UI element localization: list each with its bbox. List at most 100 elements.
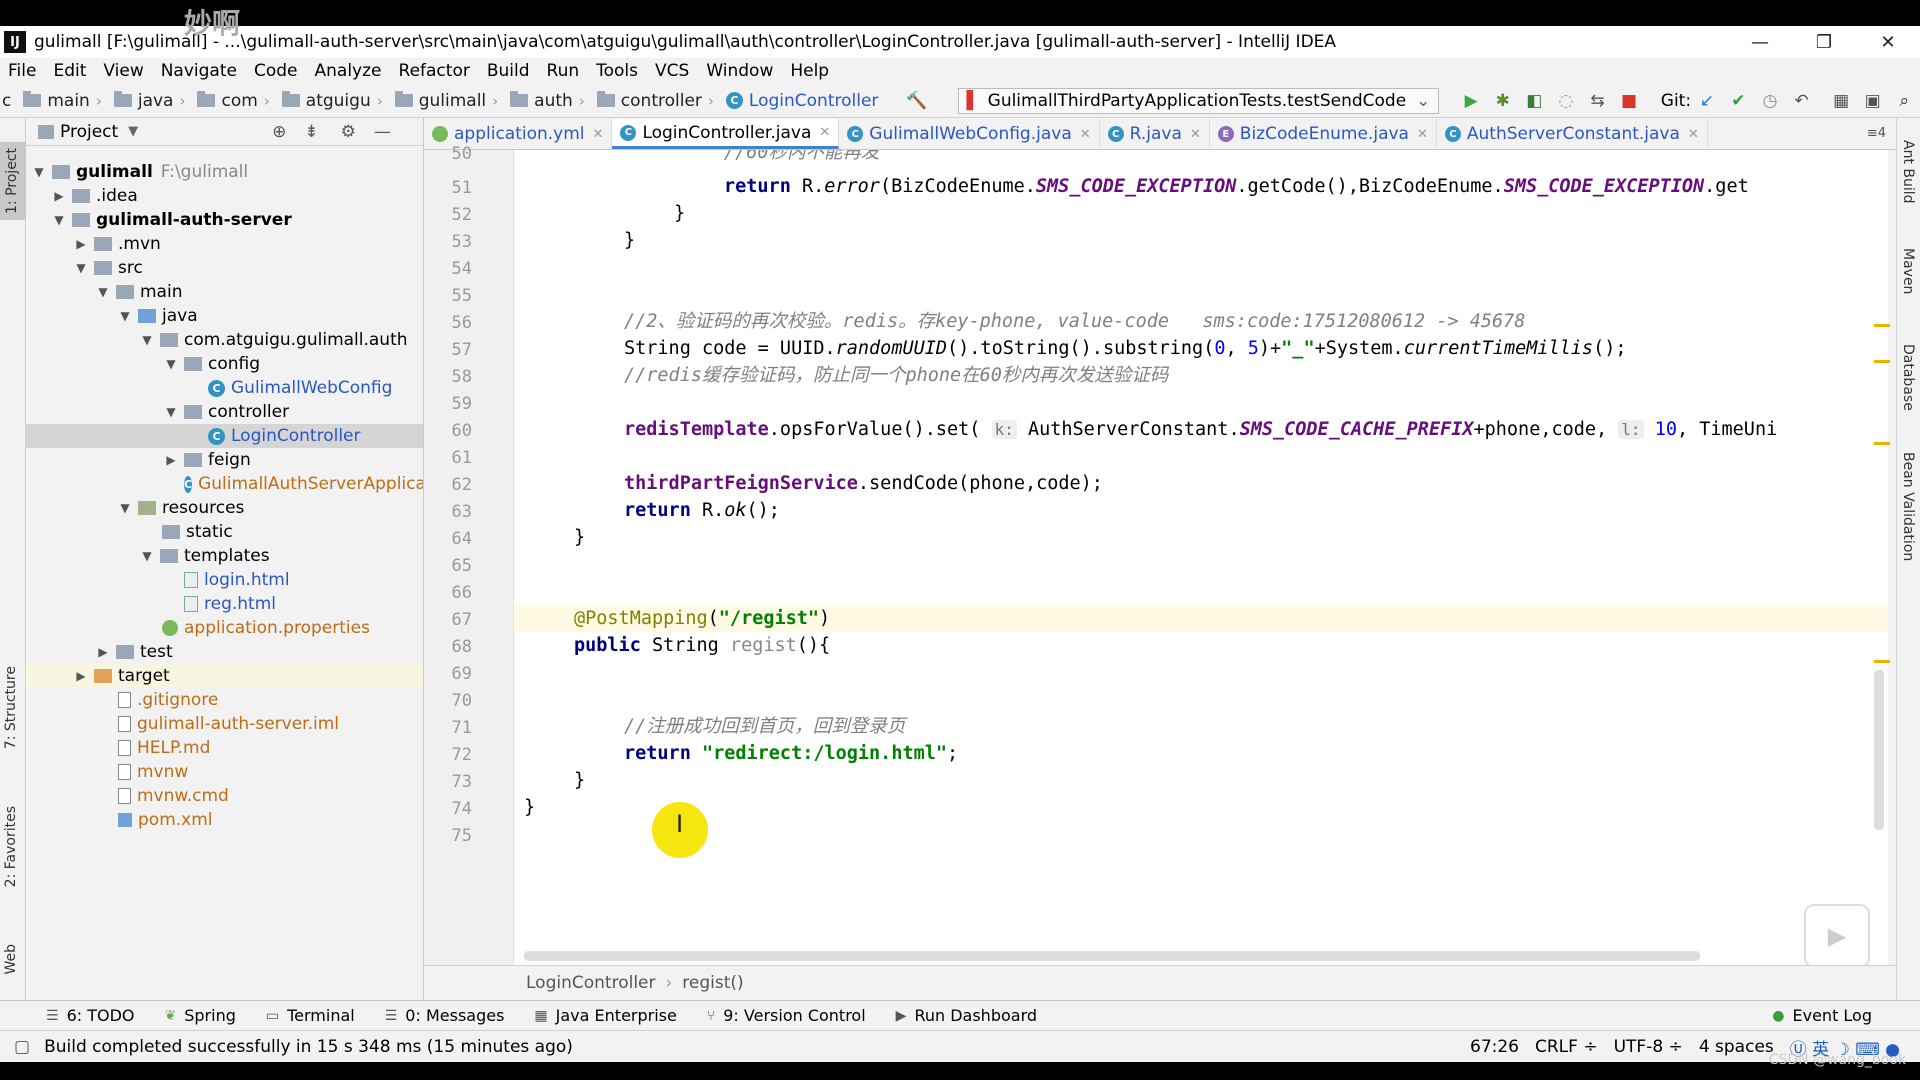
file-encoding[interactable]: UTF-8 ÷ xyxy=(1614,1037,1683,1057)
debug-icon[interactable]: ✱ xyxy=(1493,89,1513,113)
menu-view[interactable]: View xyxy=(103,61,143,81)
close-button[interactable]: ✕ xyxy=(1856,26,1920,58)
tree-item-help-md[interactable]: HELP.md xyxy=(26,736,423,760)
tree-item-resources[interactable]: ▼ resources xyxy=(26,496,423,520)
menu-analyze[interactable]: Analyze xyxy=(315,61,382,81)
tree-item-package[interactable]: ▼ com.atguigu.gulimall.auth xyxy=(26,328,423,352)
git-commit-icon[interactable]: ✔ xyxy=(1729,89,1749,113)
chevron-down-icon[interactable]: ▼ xyxy=(128,124,138,139)
menu-code[interactable]: Code xyxy=(254,61,298,81)
coverage-icon[interactable]: ◧ xyxy=(1525,89,1545,113)
project-panel-title[interactable]: Project xyxy=(60,122,118,142)
menu-build[interactable]: Build xyxy=(487,61,530,81)
event-log-button[interactable]: ● Event Log xyxy=(1772,1006,1872,1025)
status-message[interactable]: Build completed successfully in 15 s 348… xyxy=(44,1037,573,1057)
menu-window[interactable]: Window xyxy=(706,61,773,81)
tree-item-controller[interactable]: ▼ controller xyxy=(26,400,423,424)
tree-item-pom[interactable]: pom.xml xyxy=(26,808,423,832)
java-enterprise-tool-button[interactable]: ▦ Java Enterprise xyxy=(534,1006,676,1025)
tree-item-main[interactable]: ▼ main xyxy=(26,280,423,304)
nav-crumb-gulimall[interactable]: gulimall › xyxy=(394,91,504,111)
profile-icon[interactable]: ◌ xyxy=(1556,89,1576,113)
horizontal-scrollbar[interactable] xyxy=(524,951,1700,961)
git-update-icon[interactable]: ↙ xyxy=(1697,89,1717,113)
nav-prefix[interactable]: c xyxy=(2,91,11,111)
close-icon[interactable]: ✕ xyxy=(593,127,604,142)
close-icon[interactable]: ✕ xyxy=(819,125,830,140)
tree-item-target[interactable]: ▶ target xyxy=(26,664,423,688)
error-stripe-marker[interactable] xyxy=(1874,360,1890,363)
git-history-icon[interactable]: ◷ xyxy=(1760,89,1780,113)
close-icon[interactable]: ✕ xyxy=(1417,127,1428,142)
project-tool-tab[interactable]: 1: Project xyxy=(0,142,26,220)
tree-item-login-html[interactable]: login.html xyxy=(26,568,423,592)
minimize-button[interactable]: — xyxy=(1728,26,1792,58)
ant-build-tab[interactable]: Ant Build xyxy=(1900,140,1916,204)
error-stripe-marker[interactable] xyxy=(1874,324,1890,327)
close-icon[interactable]: ✕ xyxy=(1080,127,1091,142)
attach-icon[interactable]: ⇆ xyxy=(1588,89,1608,113)
menu-tools[interactable]: Tools xyxy=(596,61,638,81)
menu-navigate[interactable]: Navigate xyxy=(161,61,237,81)
locate-icon[interactable]: ⊕ xyxy=(272,122,286,142)
tree-item-templates[interactable]: ▼ templates xyxy=(26,544,423,568)
bean-validation-tab[interactable]: Bean Validation xyxy=(1900,452,1916,561)
tree-item-application-class[interactable]: C GulimallAuthServerApplication xyxy=(26,472,423,496)
database-tab[interactable]: Database xyxy=(1900,344,1916,411)
error-stripe-marker[interactable] xyxy=(1874,442,1890,445)
maven-tab[interactable]: Maven xyxy=(1900,248,1916,294)
tree-item-gitignore[interactable]: .gitignore xyxy=(26,688,423,712)
nav-crumb-java[interactable]: java › xyxy=(113,91,192,111)
nav-crumb-controller[interactable]: controller › xyxy=(596,91,720,111)
todo-tool-button[interactable]: ☰ 6: TODO xyxy=(46,1006,135,1025)
collapse-all-icon[interactable]: ⇟ xyxy=(304,122,318,142)
tree-item-auth-server[interactable]: ▼ gulimall-auth-server xyxy=(26,208,423,232)
tab-r-java[interactable]: C R.java ✕ xyxy=(1100,119,1210,149)
terminal-tool-button[interactable]: ▭ Terminal xyxy=(266,1006,355,1025)
tree-item-gulimall[interactable]: ▼ gulimall F:\gulimall xyxy=(26,160,423,184)
tree-item-test[interactable]: ▶ test xyxy=(26,640,423,664)
tree-item-iml[interactable]: gulimall-auth-server.iml xyxy=(26,712,423,736)
tree-item-idea[interactable]: ▶ .idea xyxy=(26,184,423,208)
favorites-tool-tab[interactable]: 2: Favorites xyxy=(3,806,19,887)
restore-button[interactable]: ❐ xyxy=(1792,26,1856,58)
tree-item-logincontroller[interactable]: C LoginController xyxy=(26,424,423,448)
tab-logincontroller[interactable]: C LoginController.java ✕ xyxy=(612,119,840,149)
menu-file[interactable]: File xyxy=(8,61,36,81)
tree-item-static[interactable]: static xyxy=(26,520,423,544)
structure-tool-tab[interactable]: 7: Structure xyxy=(3,666,19,749)
tree-item-src[interactable]: ▼ src xyxy=(26,256,423,280)
nav-crumb-atguigu[interactable]: atguigu › xyxy=(281,91,389,111)
vertical-scrollbar[interactable] xyxy=(1874,670,1884,830)
tree-item-mvnw[interactable]: mvnw xyxy=(26,760,423,784)
tab-authserverconstant[interactable]: C AuthServerConstant.java ✕ xyxy=(1437,119,1708,149)
layout-icon[interactable]: ▣ xyxy=(1863,89,1883,113)
tab-webconfig[interactable]: C GulimallWebConfig.java ✕ xyxy=(839,119,1100,149)
run-config-select[interactable]: ▌ GulimallThirdPartyApplicationTests.tes… xyxy=(957,87,1440,114)
web-tool-tab[interactable]: Web xyxy=(3,944,19,975)
tree-item-mvn[interactable]: ▶ .mvn xyxy=(26,232,423,256)
caret-position[interactable]: 67:26 xyxy=(1470,1037,1519,1057)
nav-crumb-com[interactable]: com › xyxy=(197,91,275,111)
project-structure-icon[interactable]: ▦ xyxy=(1831,89,1851,113)
gear-icon[interactable]: ⚙ xyxy=(341,122,356,142)
menu-refactor[interactable]: Refactor xyxy=(399,61,470,81)
breadcrumb-class[interactable]: LoginController xyxy=(526,973,655,993)
tree-item-java[interactable]: ▼ java xyxy=(26,304,423,328)
video-play-button[interactable]: ▶ xyxy=(1804,904,1870,965)
close-icon[interactable]: ✕ xyxy=(1190,127,1201,142)
indent-setting[interactable]: 4 spaces xyxy=(1699,1037,1774,1057)
status-toggle-icon[interactable]: ▢ xyxy=(14,1037,30,1057)
hammer-build-icon[interactable]: 🔨 xyxy=(906,89,927,113)
menu-run[interactable]: Run xyxy=(547,61,580,81)
menu-vcs[interactable]: VCS xyxy=(655,61,689,81)
nav-crumb-auth[interactable]: auth › xyxy=(510,91,591,111)
nav-crumb-current[interactable]: C LoginController xyxy=(725,91,878,111)
breadcrumb-method[interactable]: regist() xyxy=(682,973,743,993)
hide-panel-icon[interactable]: — xyxy=(374,122,391,142)
tree-item-reg-html[interactable]: reg.html xyxy=(26,592,423,616)
menu-edit[interactable]: Edit xyxy=(53,61,86,81)
tree-item-app-properties[interactable]: application.properties xyxy=(26,616,423,640)
spring-tool-button[interactable]: ❦ Spring xyxy=(165,1006,236,1025)
error-stripe-marker[interactable] xyxy=(1874,660,1890,663)
